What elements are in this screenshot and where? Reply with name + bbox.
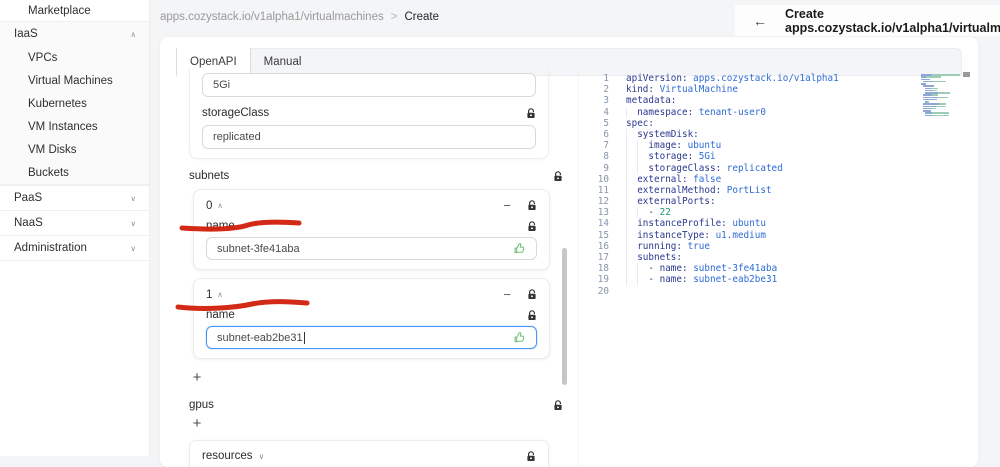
lock-icon[interactable] [526,450,536,462]
sidebar-section-administration[interactable]: Administration ∨ [0,235,149,260]
collapse-chevron-icon: ∧ [217,290,223,299]
name-label-row: name [206,308,537,322]
resources-expander[interactable]: resources ∨ [189,440,549,467]
sidebar-section-naas[interactable]: NaaS ∨ [0,210,149,235]
lock-icon[interactable] [553,399,563,411]
sidebar-item-kubernetes[interactable]: Kubernetes [0,92,149,115]
field-label: gpus [189,399,214,411]
text-caret [303,331,305,344]
thumb-up-icon[interactable] [513,242,526,255]
gpus-label-row: gpus [189,398,563,412]
lock-icon[interactable] [553,170,563,182]
create-form-card: OpenAPI Manual 5Gi storageClass replicat… [160,37,978,467]
subnet-item-1: 1 ∧ − name subnet-eab2be31 [193,278,550,359]
storage-value: 5Gi [213,79,231,91]
sidebar: Marketplace IaaS ∧ VPCs Virtual Machines… [0,0,150,456]
sidebar-item-label: VM Disks [28,143,77,156]
back-arrow-icon[interactable]: ← [753,13,767,29]
field-label: storageClass [202,107,270,119]
drawer-title: Create apps.cozystack.io/v1alpha1/virtua… [785,6,1000,35]
sidebar-item-vpcs[interactable]: VPCs [0,46,149,69]
code-area[interactable]: 1 apiVersion: apps.cozystack.io/v1alpha1 2… [579,73,978,297]
subnet-name-value: subnet-eab2be31 [217,331,303,344]
sidebar-item-vm-instances[interactable]: VM Instances [0,115,149,138]
sidebar-section-iaas[interactable]: IaaS ∧ [0,21,149,46]
sidebar-item-label: VM Instances [28,120,98,133]
name-label-row: name [206,219,537,233]
subnet-name-value: subnet-3fe41aba [217,242,300,255]
subnet-item-header[interactable]: 1 ∧ − [206,287,537,302]
chevron-up-icon: ∧ [130,29,137,39]
sidebar-group-iaas: IaaS ∧ VPCs Virtual Machines Kubernetes … [0,21,149,185]
breadcrumb: apps.cozystack.io/v1alpha1/virtualmachin… [160,11,439,23]
breadcrumb-current: Create [404,11,439,23]
field-label: name [206,220,235,232]
chevron-down-icon: ∨ [130,218,137,228]
remove-item-button[interactable]: − [503,198,511,213]
remove-item-button[interactable]: − [503,287,511,302]
expand-chevron-icon: ∨ [258,451,265,461]
sidebar-section-paas[interactable]: PaaS ∨ [0,185,149,210]
storage-class-input[interactable]: replicated [202,125,536,149]
sidebar-item-label: Buckets [28,166,69,179]
storage-class-label-row: storageClass [202,106,536,120]
sidebar-item-buckets[interactable]: Buckets [0,161,149,184]
add-gpu-button[interactable]: + [190,415,204,432]
breadcrumb-path[interactable]: apps.cozystack.io/v1alpha1/virtualmachin… [160,11,384,23]
subnet-name-input-1[interactable]: subnet-eab2be31 [206,326,537,349]
field-label: name [206,309,235,321]
chevron-down-icon: ∨ [130,193,137,203]
editor-minimap[interactable] [921,74,965,119]
sidebar-item-marketplace[interactable]: Marketplace [0,0,149,21]
storage-input[interactable]: 5Gi [202,73,536,97]
form-scrollbar[interactable] [562,248,567,385]
lock-icon[interactable] [527,289,537,300]
lock-icon[interactable] [527,200,537,211]
collapse-chevron-icon: ∧ [217,201,223,210]
subnets-label-row: subnets [189,169,563,183]
sidebar-section-label: NaaS [14,217,43,229]
subnet-name-input-0[interactable]: subnet-3fe41aba [206,237,537,260]
subnet-item-header[interactable]: 0 ∧ − [206,198,537,213]
lock-icon[interactable] [527,309,537,321]
sidebar-item-label: Marketplace [28,4,91,17]
thumb-up-icon[interactable] [513,331,526,344]
storage-class-value: replicated [213,131,261,143]
field-label: subnets [189,170,230,182]
lock-icon[interactable] [526,107,536,119]
sidebar-section-label: IaaS [14,28,38,40]
subnet-index: 1 [206,288,213,301]
add-subnet-button[interactable]: + [190,369,204,386]
sidebar-item-label: Kubernetes [28,97,87,110]
sidebar-item-virtual-machines[interactable]: Virtual Machines [0,69,149,92]
field-label: resources [202,450,253,462]
sidebar-section-label: PaaS [14,192,43,204]
system-disk-group: 5Gi storageClass replicated [189,68,549,159]
sidebar-item-vm-disks[interactable]: VM Disks [0,138,149,161]
editor-scrollbar[interactable] [963,72,970,77]
sidebar-section-label: Administration [14,242,87,254]
lock-icon[interactable] [527,220,537,232]
sidebar-item-label: VPCs [28,51,58,64]
form-column: 5Gi storageClass replicated subnets 0 ∧ [176,68,566,467]
yaml-editor: 1 apiVersion: apps.cozystack.io/v1alpha1 2… [578,70,978,467]
page: Marketplace IaaS ∧ VPCs Virtual Machines… [0,0,1000,467]
sidebar-item-label: Virtual Machines [28,74,113,87]
breadcrumb-separator: > [390,11,398,23]
chevron-down-icon: ∨ [130,243,137,253]
drawer-header: ← Create apps.cozystack.io/v1alpha1/virt… [735,5,1000,36]
subnet-item-0: 0 ∧ − name subnet-3fe41aba [193,189,550,270]
subnet-index: 0 [206,199,213,212]
